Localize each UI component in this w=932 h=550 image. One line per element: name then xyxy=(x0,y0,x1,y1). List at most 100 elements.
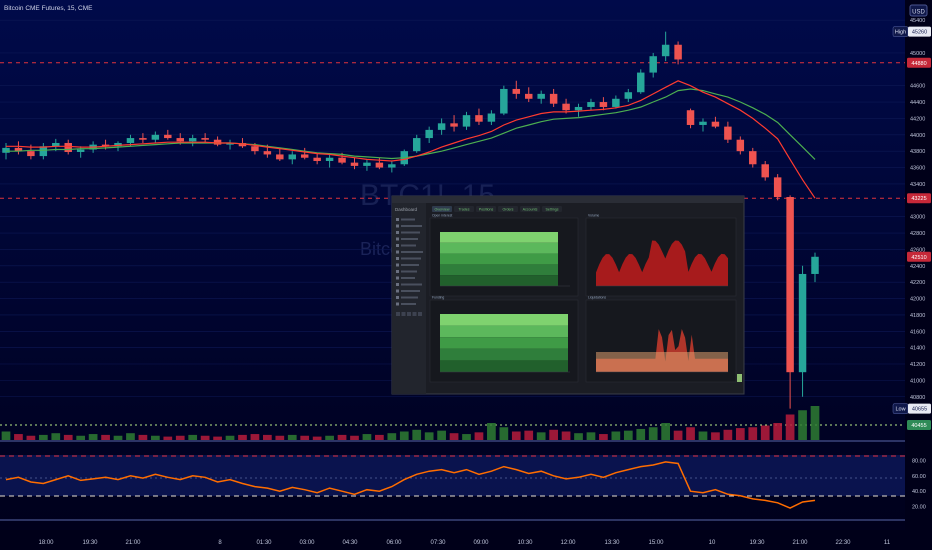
price-tick-label: 41400 xyxy=(910,346,925,352)
inset-sidebar-icon[interactable] xyxy=(396,231,399,234)
inset-sidebar-item[interactable] xyxy=(401,244,416,247)
candle-body xyxy=(537,93,545,99)
inset-sidebar-button[interactable] xyxy=(396,312,400,316)
candle-body xyxy=(512,88,521,94)
high-tag: High xyxy=(895,30,906,36)
inset-sidebar-button[interactable] xyxy=(407,312,411,316)
inset-sidebar-icon[interactable] xyxy=(396,263,399,267)
inset-sidebar-button[interactable] xyxy=(412,312,417,316)
candle-body xyxy=(798,273,807,373)
inset-sidebar-icon[interactable] xyxy=(396,257,399,260)
candle-body xyxy=(724,126,732,140)
price-tick-label: 45400 xyxy=(910,18,925,24)
candle-body xyxy=(562,103,570,111)
inset-area-band xyxy=(440,360,568,372)
inset-sidebar-icon[interactable] xyxy=(396,237,399,241)
inset-sidebar-icon[interactable] xyxy=(396,289,399,293)
inset-sidebar-icon[interactable] xyxy=(396,276,399,280)
inset-sidebar-item[interactable] xyxy=(401,231,420,234)
volume-bar xyxy=(213,436,222,440)
volume-bar xyxy=(1,431,11,440)
candle-body xyxy=(749,151,757,165)
volume-bar xyxy=(101,434,110,440)
candle-body xyxy=(661,44,670,57)
symbol-label[interactable]: Bitcoin CME Futures, 15, CME xyxy=(4,5,93,12)
volume-bar xyxy=(586,432,596,440)
volume-bar xyxy=(387,433,397,440)
inset-sidebar-icon[interactable] xyxy=(396,218,399,221)
inset-sidebar-icon[interactable] xyxy=(396,302,399,306)
inset-sidebar-icon[interactable] xyxy=(396,244,399,247)
inset-sidebar-item[interactable] xyxy=(401,290,420,292)
inset-area-band xyxy=(440,253,558,265)
volume-bar xyxy=(524,430,534,440)
high-value: 45260 xyxy=(912,30,927,36)
inset-tab-label: Orders xyxy=(503,208,514,212)
inset-tab-label: Settings xyxy=(546,208,559,212)
candle-body xyxy=(263,151,272,155)
inset-sidebar-icon[interactable] xyxy=(396,250,399,254)
candle-body xyxy=(649,56,657,73)
inset-sidebar-icon[interactable] xyxy=(396,224,399,228)
candle-body xyxy=(325,157,334,161)
candle-body xyxy=(425,129,433,139)
inset-sidebar-item[interactable] xyxy=(401,218,415,221)
time-tick-label: 06:00 xyxy=(386,540,402,546)
inset-tab-label: Accounts xyxy=(523,208,538,212)
volume-bar xyxy=(723,429,733,440)
candle-body xyxy=(363,162,371,166)
volume-bar xyxy=(300,435,310,440)
inset-sidebar-button[interactable] xyxy=(418,312,422,316)
time-axis[interactable]: 18:00 19:30 21:00 8 01:30 03:00 04:30 06:00 07:3… xyxy=(0,530,932,550)
inset-sidebar-item[interactable] xyxy=(401,238,418,240)
volume-bar xyxy=(150,435,160,440)
rsi-tick-label: 80.00 xyxy=(912,458,926,464)
inset-scroll-handle[interactable] xyxy=(737,374,742,382)
inset-sidebar-icon[interactable] xyxy=(396,296,399,299)
candle-body xyxy=(525,93,533,99)
candle-body xyxy=(475,115,483,122)
inset-sidebar-item[interactable] xyxy=(401,277,415,279)
volume-bar xyxy=(350,435,359,440)
inset-sidebar-button[interactable] xyxy=(401,312,406,316)
inset-sidebar-item[interactable] xyxy=(401,303,416,305)
candle-body xyxy=(76,149,85,152)
inset-sidebar-item[interactable] xyxy=(401,225,422,227)
candle-body xyxy=(201,138,209,140)
level-bottom-tag: 40455 xyxy=(911,423,926,429)
price-tick-label: 45000 xyxy=(910,51,925,57)
price-tick-label: 42200 xyxy=(910,280,925,286)
inset-sidebar-item[interactable] xyxy=(401,270,417,273)
inset-area-band xyxy=(440,337,568,349)
candle-body xyxy=(462,115,471,127)
inset-area-band xyxy=(596,352,728,372)
volume-bar xyxy=(760,425,770,440)
inset-sidebar-item[interactable] xyxy=(401,264,419,266)
volume-bar xyxy=(698,431,708,440)
inset-topbar xyxy=(392,196,744,203)
time-tick-label: 15:00 xyxy=(648,540,664,546)
inset-sidebar-item[interactable] xyxy=(401,283,422,286)
time-tick-label: 07:30 xyxy=(430,540,446,546)
candle-body xyxy=(188,138,197,142)
inset-sidebar-icon[interactable] xyxy=(396,283,399,286)
inset-sidebar-item[interactable] xyxy=(401,257,421,260)
volume-bar xyxy=(399,431,409,440)
volume-bar xyxy=(611,431,621,440)
inset-sidebar-item[interactable] xyxy=(401,251,423,253)
inset-dashboard[interactable]: Dashboard Overview Trades Positions Orders A… xyxy=(391,195,745,395)
volume-bar xyxy=(487,423,496,440)
price-tick-label: 43000 xyxy=(910,215,925,221)
volume-bar xyxy=(648,427,658,440)
volume-bar xyxy=(362,434,372,440)
candle-body xyxy=(276,154,284,160)
inset-sidebar-icon[interactable] xyxy=(396,270,399,273)
inset-panel-title: Funding xyxy=(432,296,444,300)
volume-bar xyxy=(275,435,285,440)
inset-area-band xyxy=(440,242,558,254)
volume-bar xyxy=(412,429,422,440)
candle-body xyxy=(624,92,633,99)
inset-sidebar-item[interactable] xyxy=(401,296,418,299)
volume-bar xyxy=(549,429,558,440)
volume-bar xyxy=(748,427,758,440)
